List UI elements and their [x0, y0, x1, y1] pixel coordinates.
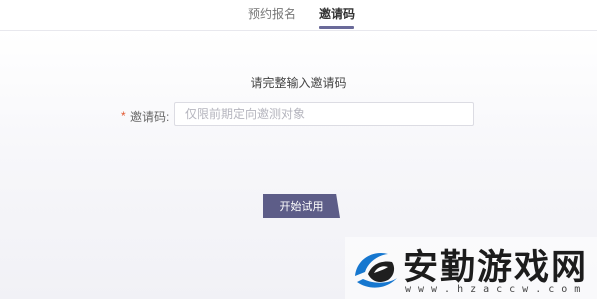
- tab-signup[interactable]: 预约报名: [248, 5, 296, 22]
- tab-bar: 预约报名 邀请码: [0, 0, 597, 31]
- form-instruction: 请完整输入邀请码: [250, 76, 347, 90]
- start-trial-button[interactable]: 开始试用: [263, 194, 340, 218]
- active-tab-indicator: [319, 26, 354, 29]
- required-marker: *: [121, 109, 126, 123]
- invite-code-label: 邀请码:: [130, 110, 170, 124]
- watermark-domain: www.hzaccw.com: [405, 284, 588, 295]
- site-watermark: 安勤游戏网 www.hzaccw.com: [345, 237, 597, 299]
- watermark-title: 安勤游戏网: [403, 248, 589, 288]
- tab-invite-code[interactable]: 邀请码: [319, 5, 355, 22]
- watermark-logo-icon: [355, 252, 397, 288]
- invite-code-input[interactable]: [174, 102, 474, 126]
